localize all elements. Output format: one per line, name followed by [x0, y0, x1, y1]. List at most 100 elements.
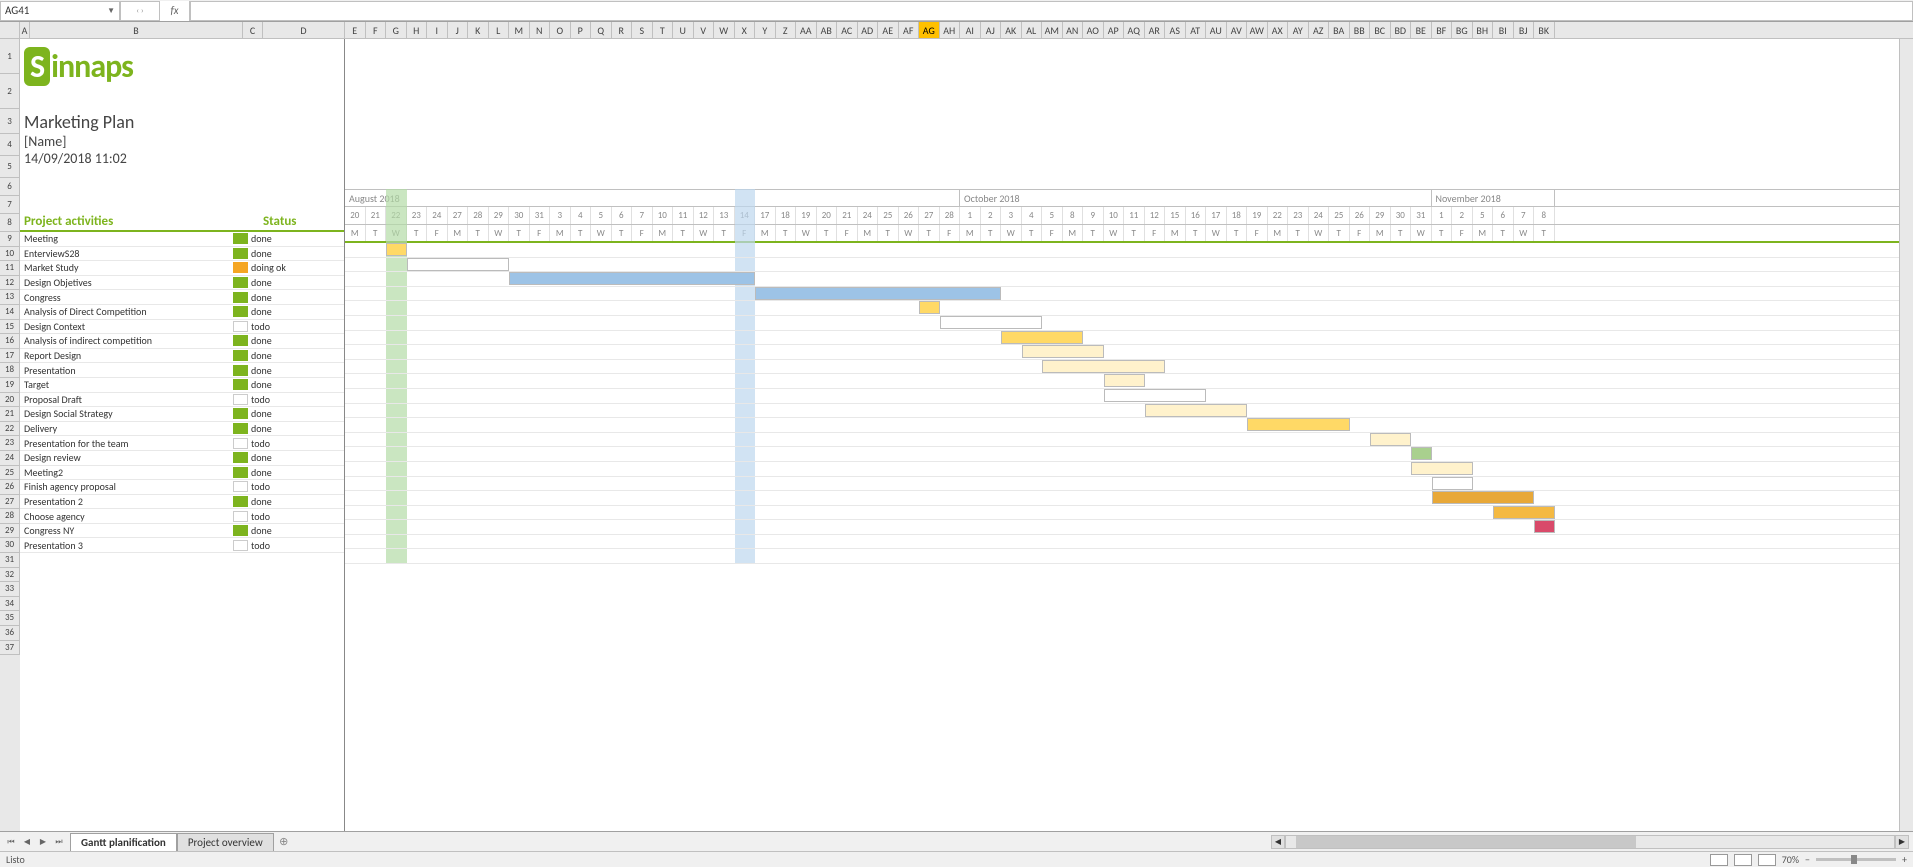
gantt-bar[interactable] [1042, 360, 1165, 373]
col-header-AE[interactable]: AE [878, 22, 899, 38]
gantt-bar[interactable] [1104, 389, 1207, 402]
activity-row[interactable]: Choose agencytodo [20, 509, 344, 524]
row-header-9[interactable]: 9 [0, 232, 20, 247]
activity-row[interactable]: Meetingdone [20, 232, 344, 247]
row-header-8[interactable]: 8 [0, 214, 20, 232]
tab-last-icon[interactable]: ⏭ [52, 835, 66, 849]
activity-row[interactable]: Report Designdone [20, 349, 344, 364]
col-header-J[interactable]: J [448, 22, 469, 38]
col-header-K[interactable]: K [468, 22, 489, 38]
col-header-AF[interactable]: AF [899, 22, 920, 38]
row-header-26[interactable]: 26 [0, 480, 20, 495]
col-header-BK[interactable]: BK [1534, 22, 1555, 38]
col-header-BA[interactable]: BA [1329, 22, 1350, 38]
col-header-AA[interactable]: AA [796, 22, 817, 38]
row-header-18[interactable]: 18 [0, 363, 20, 378]
tab-prev-icon[interactable]: ◀ [20, 835, 34, 849]
gantt-bar[interactable] [407, 258, 510, 271]
row-header-14[interactable]: 14 [0, 305, 20, 320]
row-header-1[interactable]: 1 [0, 39, 20, 74]
activity-row[interactable]: Meeting2done [20, 466, 344, 481]
activity-row[interactable]: Analysis of Direct Competitiondone [20, 305, 344, 320]
col-header-E[interactable]: E [345, 22, 366, 38]
col-header-AK[interactable]: AK [1001, 22, 1022, 38]
col-header-AM[interactable]: AM [1042, 22, 1063, 38]
row-header-19[interactable]: 19 [0, 378, 20, 393]
activity-row[interactable]: Design Contexttodo [20, 320, 344, 335]
row-header-24[interactable]: 24 [0, 451, 20, 466]
col-header-AR[interactable]: AR [1145, 22, 1166, 38]
gantt-bar[interactable] [1022, 345, 1104, 358]
gantt-bar[interactable] [1432, 491, 1535, 504]
row-header-4[interactable]: 4 [0, 134, 20, 156]
gantt-bar[interactable] [1247, 418, 1350, 431]
row-header-13[interactable]: 13 [0, 290, 20, 305]
col-header-BB[interactable]: BB [1350, 22, 1371, 38]
row-header-20[interactable]: 20 [0, 393, 20, 408]
row-header-16[interactable]: 16 [0, 334, 20, 349]
view-layout-icon[interactable] [1734, 854, 1752, 866]
gantt-bar[interactable] [1370, 433, 1411, 446]
activity-row[interactable]: Finish agency proposaltodo [20, 480, 344, 495]
col-header-AN[interactable]: AN [1063, 22, 1084, 38]
hscroll-right-icon[interactable]: ▶ [1895, 835, 1909, 849]
col-header-AP[interactable]: AP [1104, 22, 1125, 38]
row-header-33[interactable]: 33 [0, 582, 20, 597]
col-header-AI[interactable]: AI [960, 22, 981, 38]
tab-first-icon[interactable]: ⏮ [4, 835, 18, 849]
col-header-G[interactable]: G [386, 22, 407, 38]
row-header-22[interactable]: 22 [0, 422, 20, 437]
col-header-AJ[interactable]: AJ [981, 22, 1002, 38]
activity-row[interactable]: Design Social Strategydone [20, 407, 344, 422]
activity-row[interactable]: Design reviewdone [20, 451, 344, 466]
col-header-AO[interactable]: AO [1083, 22, 1104, 38]
activity-row[interactable]: Congressdone [20, 290, 344, 305]
row-header-37[interactable]: 37 [0, 641, 20, 656]
row-header-12[interactable]: 12 [0, 276, 20, 291]
view-normal-icon[interactable] [1710, 854, 1728, 866]
tab-gantt[interactable]: Gantt planification [70, 833, 177, 851]
activity-row[interactable]: Congress NYdone [20, 524, 344, 539]
horizontal-scrollbar[interactable] [1285, 835, 1895, 849]
activity-row[interactable]: Market Studydoing ok [20, 261, 344, 276]
col-header-P[interactable]: P [571, 22, 592, 38]
gantt-bar[interactable] [509, 272, 755, 285]
row-header-17[interactable]: 17 [0, 349, 20, 364]
col-header-BG[interactable]: BG [1452, 22, 1473, 38]
gantt-bar[interactable] [755, 287, 1001, 300]
activity-row[interactable]: Design Objetivesdone [20, 276, 344, 291]
col-header-Z[interactable]: Z [776, 22, 797, 38]
col-header-C[interactable]: C [243, 22, 263, 38]
col-header-BE[interactable]: BE [1411, 22, 1432, 38]
gantt-bar[interactable] [1411, 447, 1432, 460]
row-header-32[interactable]: 32 [0, 568, 20, 583]
gantt-bar[interactable] [940, 316, 1043, 329]
col-header-A[interactable]: A [20, 22, 30, 38]
row-header-30[interactable]: 30 [0, 538, 20, 553]
activity-row[interactable]: Presentationdone [20, 363, 344, 378]
col-header-Y[interactable]: Y [755, 22, 776, 38]
col-header-T[interactable]: T [653, 22, 674, 38]
col-header-L[interactable]: L [489, 22, 510, 38]
select-all-corner[interactable] [0, 22, 20, 38]
activity-row[interactable]: Targetdone [20, 378, 344, 393]
row-header-23[interactable]: 23 [0, 436, 20, 451]
zoom-slider[interactable] [1816, 858, 1896, 861]
col-header-D[interactable]: D [263, 22, 345, 38]
col-header-AX[interactable]: AX [1268, 22, 1289, 38]
activity-row[interactable]: Presentation 3todo [20, 538, 344, 553]
col-header-AH[interactable]: AH [940, 22, 961, 38]
activity-row[interactable]: Presentation 2done [20, 495, 344, 510]
row-header-28[interactable]: 28 [0, 509, 20, 524]
col-header-M[interactable]: M [509, 22, 530, 38]
vertical-scrollbar[interactable] [1899, 39, 1913, 831]
gantt-bar[interactable] [1145, 404, 1248, 417]
row-header-10[interactable]: 10 [0, 247, 20, 262]
col-header-AL[interactable]: AL [1022, 22, 1043, 38]
view-break-icon[interactable] [1758, 854, 1776, 866]
row-header-11[interactable]: 11 [0, 261, 20, 276]
tab-overview[interactable]: Project overview [177, 833, 274, 851]
row-header-15[interactable]: 15 [0, 320, 20, 335]
tab-next-icon[interactable]: ▶ [36, 835, 50, 849]
col-header-AT[interactable]: AT [1186, 22, 1207, 38]
